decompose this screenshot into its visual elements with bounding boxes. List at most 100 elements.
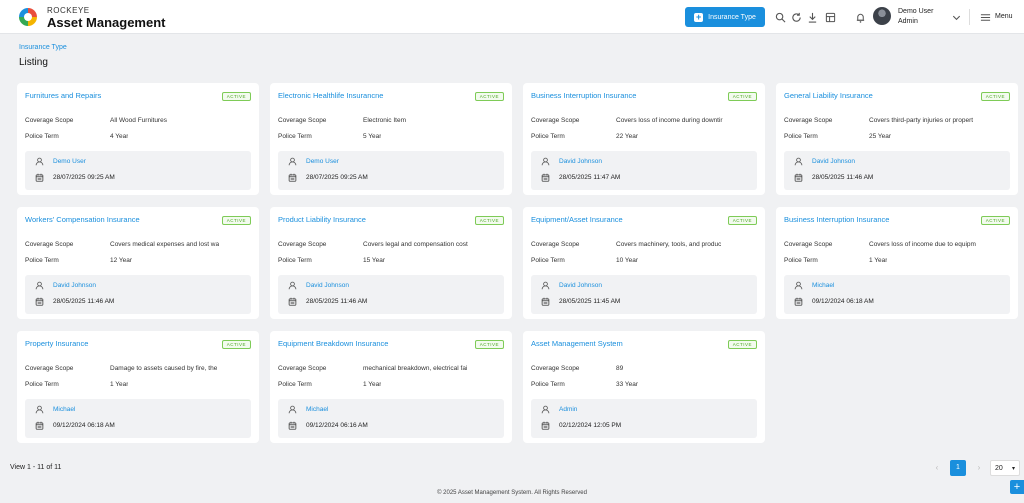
created-date-value: 02/12/2024 12:05 PM <box>559 422 622 429</box>
page-size-select[interactable]: 20 ▾ <box>990 460 1020 476</box>
pagination-next-button[interactable]: › <box>972 460 986 475</box>
insurance-card[interactable]: Furnitures and Repairs ACTIVE Coverage S… <box>17 83 259 195</box>
insurance-card[interactable]: Electronic Healthlife Insurancne ACTIVE … <box>270 83 512 195</box>
coverage-scope-value: Covers third-party injuries or propert <box>869 117 974 124</box>
created-date: 28/07/2025 09:25 AM <box>35 173 115 182</box>
brand-logo-icon[interactable] <box>19 8 37 26</box>
card-title[interactable]: Equipment Breakdown Insurance <box>278 339 388 348</box>
insurance-card[interactable]: Asset Management System ACTIVE Coverage … <box>523 331 765 443</box>
coverage-scope-label: Coverage Scope <box>784 117 833 124</box>
insurance-card[interactable]: Property Insurance ACTIVE Coverage Scope… <box>17 331 259 443</box>
card-meta: David Johnson 28/05/2025 11:46 AM <box>278 275 504 314</box>
pagination-page-1[interactable]: 1 <box>950 460 966 476</box>
card-title[interactable]: Business Interruption Insurance <box>531 91 636 100</box>
insurance-card[interactable]: Business Interruption Insurance ACTIVE C… <box>523 83 765 195</box>
police-term-label: Police Term <box>25 257 59 264</box>
police-term-value: 1 Year <box>869 257 888 264</box>
add-floating-button[interactable]: + <box>1010 480 1024 494</box>
card-title[interactable]: Business Interruption Insurance <box>784 215 889 224</box>
coverage-scope-value: Covers machinery, tools, and produc <box>616 241 722 248</box>
status-badge: ACTIVE <box>221 340 251 349</box>
police-term-row: Police Term 22 Year <box>531 133 638 140</box>
created-by-name[interactable]: Michael <box>306 406 328 413</box>
police-term-value: 1 Year <box>110 381 129 388</box>
status-badge: ACTIVE <box>221 216 251 225</box>
insurance-card[interactable]: Product Liability Insurance ACTIVE Cover… <box>270 207 512 319</box>
user-icon <box>541 157 550 166</box>
avatar[interactable] <box>873 7 891 25</box>
police-term-row: Police Term 25 Year <box>784 133 891 140</box>
coverage-scope-value: All Wood Furnitures <box>110 117 167 124</box>
insurance-card[interactable]: Equipment/Asset Insurance ACTIVE Coverag… <box>523 207 765 319</box>
breadcrumb[interactable]: Insurance Type <box>19 44 67 51</box>
card-title[interactable]: Equipment/Asset Insurance <box>531 215 623 224</box>
calendar-icon <box>35 421 44 430</box>
coverage-scope-value: Damage to assets caused by fire, the <box>110 365 218 372</box>
created-by: Demo User <box>288 157 339 166</box>
created-by-name[interactable]: Admin <box>559 406 577 413</box>
bell-icon[interactable] <box>853 10 867 24</box>
user-role: Admin <box>898 18 918 25</box>
coverage-scope-value: Electronic Item <box>363 117 406 124</box>
insurance-card[interactable]: Business Interruption Insurance ACTIVE C… <box>776 207 1018 319</box>
created-by-name[interactable]: Demo User <box>306 158 339 165</box>
chevron-down-icon[interactable] <box>949 10 963 24</box>
coverage-scope-row: Coverage Scope Covers loss of income due… <box>784 241 976 248</box>
created-by-name[interactable]: David Johnson <box>53 282 96 289</box>
menu-icon[interactable] <box>978 10 992 24</box>
created-by-name[interactable]: David Johnson <box>812 158 855 165</box>
insurance-card[interactable]: Workers' Compensation Insurance ACTIVE C… <box>17 207 259 319</box>
card-title[interactable]: Product Liability Insurance <box>278 215 366 224</box>
calendar-icon <box>541 297 550 306</box>
calendar-icon <box>288 297 297 306</box>
card-title[interactable]: General Liability Insurance <box>784 91 873 100</box>
coverage-scope-label: Coverage Scope <box>531 241 580 248</box>
created-date: 28/05/2025 11:47 AM <box>541 173 620 182</box>
created-by-name[interactable]: David Johnson <box>559 282 602 289</box>
card-meta: David Johnson 28/05/2025 11:47 AM <box>531 151 757 190</box>
police-term-row: Police Term 5 Year <box>278 133 381 140</box>
card-title[interactable]: Asset Management System <box>531 339 623 348</box>
created-by: David Johnson <box>794 157 855 166</box>
coverage-scope-label: Coverage Scope <box>278 117 327 124</box>
police-term-row: Police Term 12 Year <box>25 257 132 264</box>
created-date-value: 28/05/2025 11:47 AM <box>559 174 621 181</box>
card-title[interactable]: Furnitures and Repairs <box>25 91 101 100</box>
coverage-scope-label: Coverage Scope <box>278 241 327 248</box>
created-date-value: 09/12/2024 06:18 AM <box>812 298 874 305</box>
police-term-label: Police Term <box>531 257 565 264</box>
status-badge: ACTIVE <box>980 216 1010 225</box>
created-by-name[interactable]: Demo User <box>53 158 86 165</box>
add-insurance-type-button[interactable]: + Insurance Type <box>685 7 765 27</box>
status-badge: ACTIVE <box>474 92 504 101</box>
status-badge: ACTIVE <box>727 92 757 101</box>
table-view-icon[interactable] <box>823 10 837 24</box>
search-icon[interactable] <box>773 10 787 24</box>
created-by-name[interactable]: David Johnson <box>559 158 602 165</box>
top-header: ROCKEYE Asset Management + Insurance Typ… <box>0 0 1024 34</box>
coverage-scope-row: Coverage Scope mechanical breakdown, ele… <box>278 365 467 372</box>
page-title: Listing <box>19 57 48 68</box>
add-button-label: Insurance Type <box>708 13 756 21</box>
download-icon[interactable] <box>805 10 819 24</box>
insurance-card[interactable]: Equipment Breakdown Insurance ACTIVE Cov… <box>270 331 512 443</box>
card-title[interactable]: Workers' Compensation Insurance <box>25 215 140 224</box>
card-title[interactable]: Electronic Healthlife Insurancne <box>278 91 383 100</box>
police-term-row: Police Term 1 Year <box>278 381 381 388</box>
created-by: Michael <box>288 405 328 414</box>
created-by-name[interactable]: Michael <box>812 282 834 289</box>
card-title[interactable]: Property Insurance <box>25 339 88 348</box>
created-by-name[interactable]: Michael <box>53 406 75 413</box>
refresh-icon[interactable] <box>789 10 803 24</box>
menu-label[interactable]: Menu <box>995 13 1013 20</box>
created-by-name[interactable]: David Johnson <box>306 282 349 289</box>
status-badge: ACTIVE <box>474 340 504 349</box>
pagination-prev-button[interactable]: ‹ <box>930 460 944 475</box>
insurance-card[interactable]: General Liability Insurance ACTIVE Cover… <box>776 83 1018 195</box>
created-date-value: 28/05/2025 11:46 AM <box>812 174 874 181</box>
coverage-scope-row: Coverage Scope Damage to assets caused b… <box>25 365 217 372</box>
card-meta: Admin 02/12/2024 12:05 PM <box>531 399 757 438</box>
coverage-scope-label: Coverage Scope <box>278 365 327 372</box>
coverage-scope-row: Coverage Scope Covers machinery, tools, … <box>531 241 721 248</box>
calendar-icon <box>288 173 297 182</box>
